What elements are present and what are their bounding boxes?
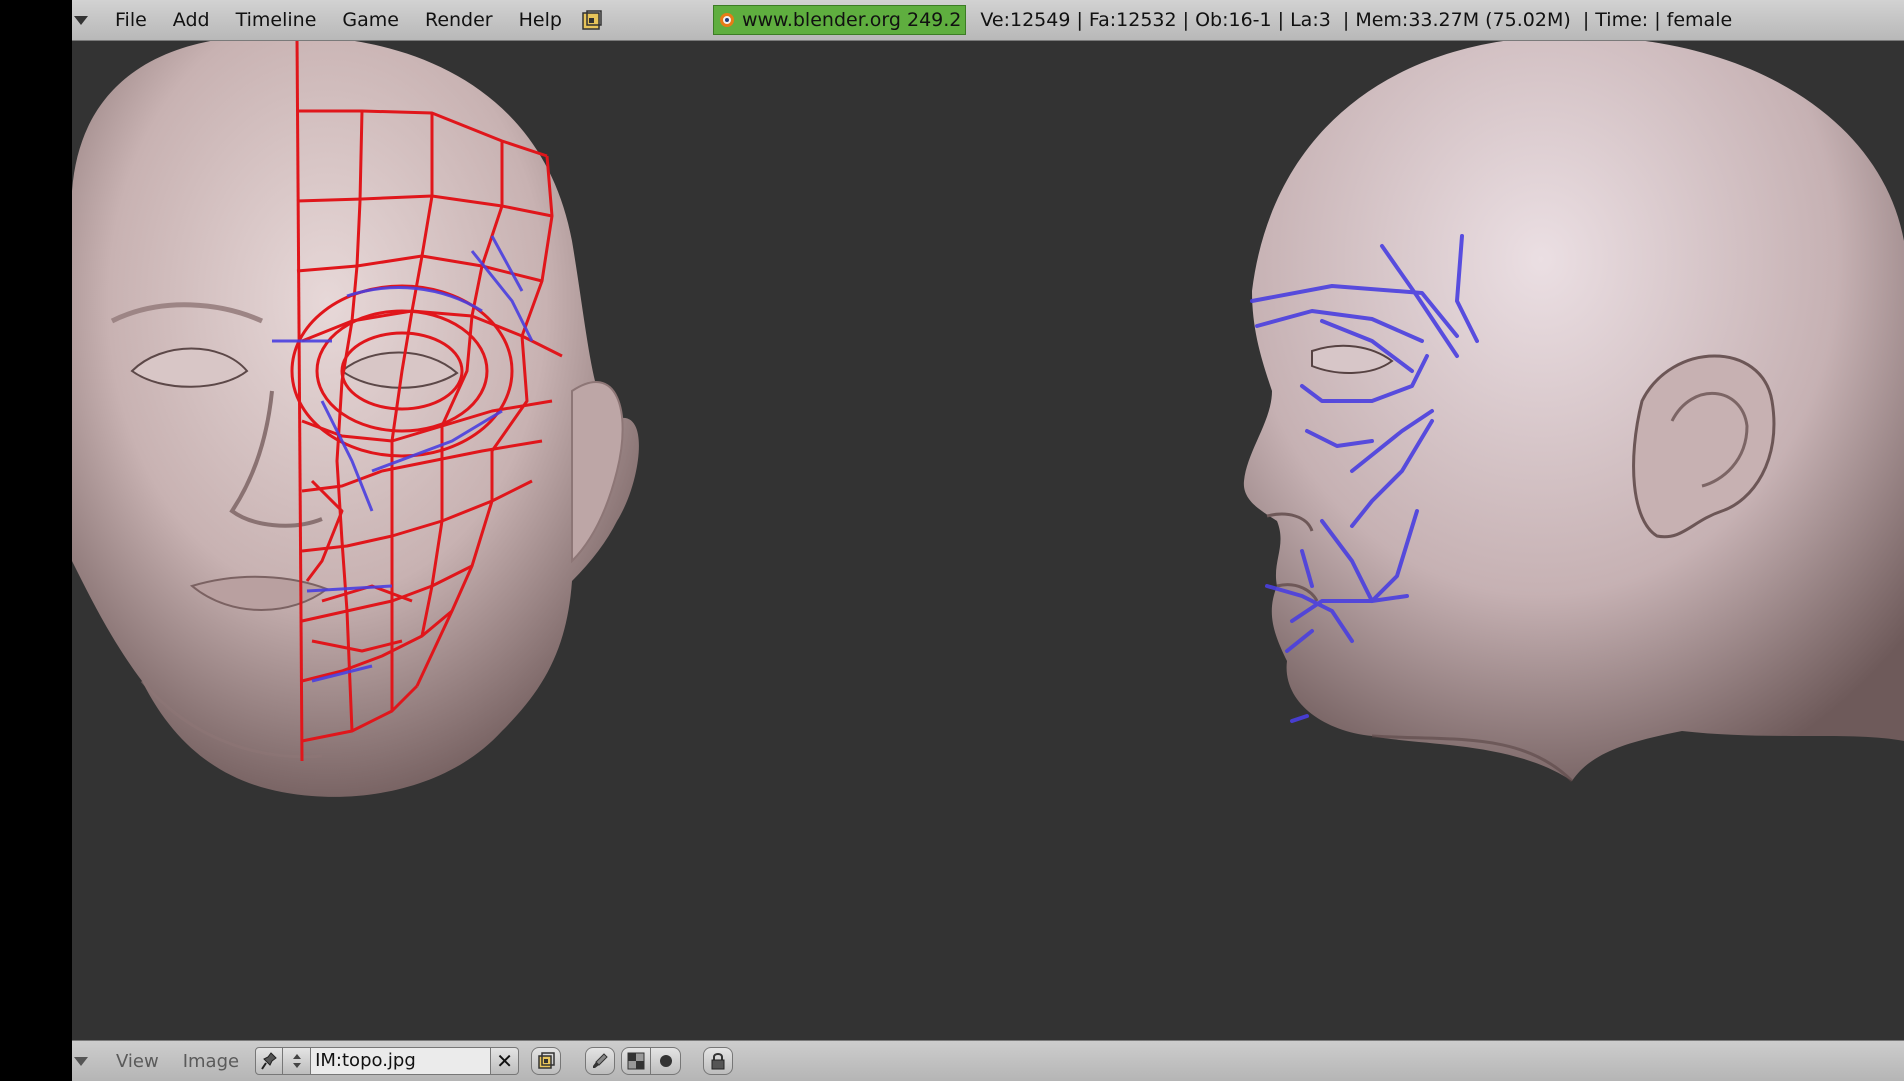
browse-image-button[interactable] (283, 1047, 312, 1075)
menu-image[interactable]: Image (171, 1051, 251, 1072)
render-icon (538, 1052, 555, 1069)
alpha-icon (627, 1052, 645, 1070)
top-header: File Add Timeline Game Render Help www.b… (72, 0, 1904, 41)
menu-file[interactable]: File (102, 0, 160, 40)
blender-logo-icon[interactable] (581, 9, 603, 31)
brush-icon (593, 1053, 608, 1068)
pin-button[interactable] (255, 1047, 284, 1075)
left-black-border (0, 0, 72, 1080)
triangle-down-icon[interactable] (74, 15, 88, 25)
triangle-down-icon[interactable] (74, 1056, 88, 1066)
topology-reference-image (72, 41, 1904, 797)
image-name-field[interactable]: IM:topo.jpg (311, 1047, 492, 1075)
paint-button[interactable] (585, 1047, 616, 1075)
image-editor-header: View Image IM:topo.jpg ✕ (72, 1040, 1904, 1081)
pin-icon (261, 1052, 277, 1070)
blender-url-text: www.blender.org 249.2 (741, 9, 962, 31)
menu-view[interactable]: View (104, 1051, 171, 1072)
blender-version-badge: www.blender.org 249.2 (712, 5, 967, 35)
menu-timeline[interactable]: Timeline (223, 0, 330, 40)
circle-dot-icon (659, 1055, 672, 1067)
front-head (72, 41, 639, 797)
blender-eye-icon (719, 13, 734, 27)
menu-game[interactable]: Game (329, 0, 412, 40)
image-viewport[interactable] (72, 41, 1904, 963)
lock-icon (711, 1053, 725, 1070)
draw-toggle[interactable] (651, 1047, 682, 1075)
lock-button[interactable] (703, 1047, 734, 1075)
menu-help[interactable]: Help (506, 0, 575, 40)
viewport-empty-area (72, 963, 1904, 1040)
unlink-image-button[interactable]: ✕ (491, 1047, 520, 1075)
scene-stats: Ve:12549 | Fa:12532 | Ob:16-1 | La:3 | M… (980, 9, 1733, 31)
menu-add[interactable]: Add (160, 0, 223, 40)
menu-render[interactable]: Render (412, 0, 506, 40)
blender-window: File Add Timeline Game Render Help www.b… (72, 0, 1904, 1081)
render-button[interactable] (531, 1047, 562, 1075)
alpha-toggle[interactable] (621, 1047, 652, 1075)
side-head (1243, 41, 1904, 783)
up-down-arrows-icon (292, 1054, 301, 1068)
